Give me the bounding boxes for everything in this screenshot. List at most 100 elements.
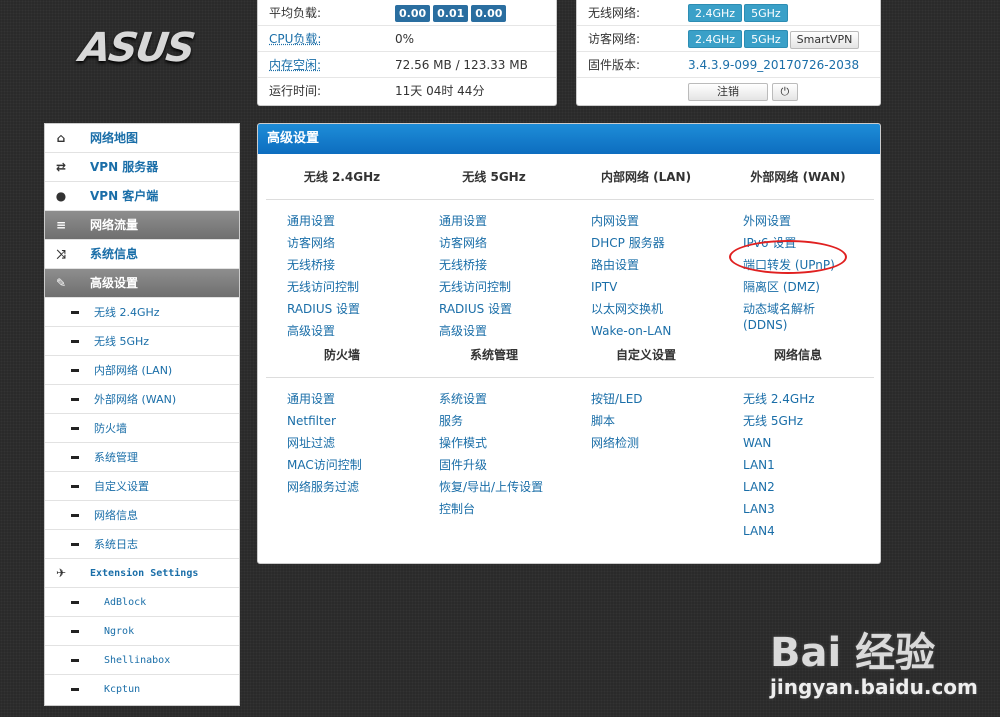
guest-label: 访客网络: bbox=[588, 32, 641, 46]
link-item[interactable]: 隔离区 (DMZ) bbox=[743, 276, 874, 298]
uptime-value: 11天 04时 44分 bbox=[395, 84, 485, 98]
link-item[interactable]: 无线 5GHz bbox=[743, 410, 874, 432]
sidebar-item-traffic[interactable]: ≡ 网络流量 bbox=[45, 211, 239, 240]
link-item[interactable]: 通用设置 bbox=[439, 210, 570, 232]
sidebar-sub-firewall[interactable]: 防火墙 bbox=[45, 414, 239, 443]
link-item[interactable]: 内网设置 bbox=[591, 210, 722, 232]
link-item[interactable]: 高级设置 bbox=[439, 320, 570, 342]
sidebar-sub-label: 自定义设置 bbox=[94, 480, 149, 493]
link-item[interactable]: Netfilter bbox=[287, 410, 418, 432]
section-heading: 网络信息 bbox=[722, 340, 874, 378]
link-item[interactable]: 高级设置 bbox=[287, 320, 418, 342]
actions-row: 注销 ⏻ bbox=[577, 78, 880, 104]
firmware-value[interactable]: 3.4.3.9-099_20170726-2038 bbox=[688, 52, 859, 78]
link-item[interactable]: 无线 2.4GHz bbox=[743, 388, 874, 410]
load-5min: 0.01 bbox=[433, 5, 469, 22]
sidebar-sub-label: 无线 2.4GHz bbox=[94, 306, 160, 319]
logout-button[interactable]: 注销 bbox=[688, 83, 768, 101]
power-icon: ⏻ bbox=[780, 85, 790, 98]
guest-row: 访客网络: 2.4GHz 5GHz SmartVPN bbox=[577, 26, 880, 52]
link-item[interactable]: 无线访问控制 bbox=[287, 276, 418, 298]
sidebar-sub-shellinabox[interactable]: Shellinabox bbox=[45, 646, 239, 675]
link-item[interactable]: Wake-on-LAN bbox=[591, 320, 722, 342]
link-item[interactable]: 控制台 bbox=[439, 498, 570, 520]
link-item[interactable]: MAC访问控制 bbox=[287, 454, 418, 476]
link-item[interactable]: 无线桥接 bbox=[439, 254, 570, 276]
sidebar-item-system-info[interactable]: ⤨ 系统信息 bbox=[45, 240, 239, 269]
link-item[interactable]: IPTV bbox=[591, 276, 722, 298]
sidebar-item-vpn-client[interactable]: ● VPN 客户端 bbox=[45, 182, 239, 211]
sidebar-sub-wan[interactable]: 外部网络 (WAN) bbox=[45, 385, 239, 414]
network-status-panel: 无线网络: 2.4GHz 5GHz 访客网络: 2.4GHz 5GHz SmartVP… bbox=[576, 0, 881, 106]
cpu-link[interactable]: CPU负载: bbox=[269, 26, 321, 52]
wireless-5-button[interactable]: 5GHz bbox=[744, 4, 788, 22]
link-item[interactable]: 恢复/导出/上传设置 bbox=[439, 476, 570, 498]
guest-24-button[interactable]: 2.4GHz bbox=[688, 30, 743, 48]
link-item[interactable]: 服务 bbox=[439, 410, 570, 432]
cpu-value: 0% bbox=[395, 32, 415, 46]
uptime-row: 运行时间: 11天 04时 44分 bbox=[258, 78, 556, 104]
link-item[interactable]: LAN3 bbox=[743, 498, 874, 520]
link-item[interactable]: LAN1 bbox=[743, 454, 874, 476]
link-item[interactable]: LAN4 bbox=[743, 520, 874, 542]
sidebar-sub-netinfo[interactable]: 网络信息 bbox=[45, 501, 239, 530]
sidebar-item-label: VPN 服务器 bbox=[90, 160, 159, 174]
sidebar-sub-label: 无线 5GHz bbox=[94, 335, 150, 348]
power-button[interactable]: ⏻ bbox=[771, 83, 798, 101]
wireless-row: 无线网络: 2.4GHz 5GHz bbox=[577, 0, 880, 26]
sidebar-item-advanced[interactable]: ✎ 高级设置 bbox=[45, 269, 239, 298]
link-item[interactable]: 操作模式 bbox=[439, 432, 570, 454]
cpu-row: CPU负载: 0% bbox=[258, 26, 556, 52]
sidebar-sub-syslog[interactable]: 系统日志 bbox=[45, 530, 239, 559]
link-item[interactable]: 通用设置 bbox=[287, 388, 418, 410]
link-item[interactable]: 固件升级 bbox=[439, 454, 570, 476]
link-item[interactable]: RADIUS 设置 bbox=[287, 298, 418, 320]
link-item-ddns[interactable]: 动态域名解析 (DDNS) bbox=[743, 298, 874, 336]
sidebar-item-extension-settings[interactable]: ✈ Extension Settings bbox=[45, 559, 239, 588]
link-item[interactable]: 系统设置 bbox=[439, 388, 570, 410]
link-item[interactable]: RADIUS 设置 bbox=[439, 298, 570, 320]
sidebar-sub-ngrok[interactable]: Ngrok bbox=[45, 617, 239, 646]
wireless-24-button[interactable]: 2.4GHz bbox=[688, 4, 743, 22]
link-item[interactable]: 网络检测 bbox=[591, 432, 722, 454]
link-item[interactable]: 访客网络 bbox=[287, 232, 418, 254]
sidebar-sub-adblock[interactable]: AdBlock bbox=[45, 588, 239, 617]
sidebar-item-network-map[interactable]: ⌂ 网络地图 bbox=[45, 124, 239, 153]
section-heading: 系统管理 bbox=[418, 340, 570, 378]
asus-logo: ASUS bbox=[76, 25, 197, 71]
advanced-settings-card: 高级设置 无线 2.4GHz 通用设置 访客网络 无线桥接 无线访问控制 RAD… bbox=[257, 123, 881, 564]
sidebar-sub-kcptun[interactable]: Kcptun bbox=[45, 675, 239, 704]
sidebar-sub-label: 防火墙 bbox=[94, 422, 127, 435]
sidebar-sub-wireless-24[interactable]: 无线 2.4GHz bbox=[45, 298, 239, 327]
sidebar-sub-lan[interactable]: 内部网络 (LAN) bbox=[45, 356, 239, 385]
link-item[interactable]: 外网设置 bbox=[743, 210, 874, 232]
link-item[interactable]: WAN bbox=[743, 432, 874, 454]
link-item[interactable]: 脚本 bbox=[591, 410, 722, 432]
smartvpn-button[interactable]: SmartVPN bbox=[789, 31, 860, 49]
sidebar-sub-admin[interactable]: 系统管理 bbox=[45, 443, 239, 472]
list-icon: ≡ bbox=[55, 218, 67, 232]
link-item[interactable]: 访客网络 bbox=[439, 232, 570, 254]
sidebar-sub-label: 外部网络 (WAN) bbox=[94, 393, 177, 406]
mem-row: 内存空闲: 72.56 MB / 123.33 MB bbox=[258, 52, 556, 78]
link-item[interactable]: 无线访问控制 bbox=[439, 276, 570, 298]
load-values: 0.00 0.01 0.00 bbox=[395, 0, 509, 26]
sidebar-item-label: 高级设置 bbox=[90, 276, 139, 290]
sidebar-item-label: 系统信息 bbox=[90, 247, 139, 261]
link-item[interactable]: 路由设置 bbox=[591, 254, 722, 276]
link-item[interactable]: 网络服务过滤 bbox=[287, 476, 418, 498]
guest-5-button[interactable]: 5GHz bbox=[744, 30, 788, 48]
link-item[interactable]: 网址过滤 bbox=[287, 432, 418, 454]
sidebar-sub-wireless-5[interactable]: 无线 5GHz bbox=[45, 327, 239, 356]
link-item[interactable]: 按钮/LED bbox=[591, 388, 722, 410]
link-item[interactable]: DHCP 服务器 bbox=[591, 232, 722, 254]
mem-link[interactable]: 内存空闲: bbox=[269, 52, 321, 78]
sidebar-sub-label: Ngrok bbox=[104, 626, 135, 637]
sidebar-item-vpn-server[interactable]: ⇄ VPN 服务器 bbox=[45, 153, 239, 182]
link-item[interactable]: 通用设置 bbox=[287, 210, 418, 232]
link-item[interactable]: LAN2 bbox=[743, 476, 874, 498]
link-item[interactable]: 以太网交换机 bbox=[591, 298, 722, 320]
firmware-label: 固件版本: bbox=[588, 58, 641, 72]
sidebar-sub-custom[interactable]: 自定义设置 bbox=[45, 472, 239, 501]
link-item[interactable]: 无线桥接 bbox=[287, 254, 418, 276]
